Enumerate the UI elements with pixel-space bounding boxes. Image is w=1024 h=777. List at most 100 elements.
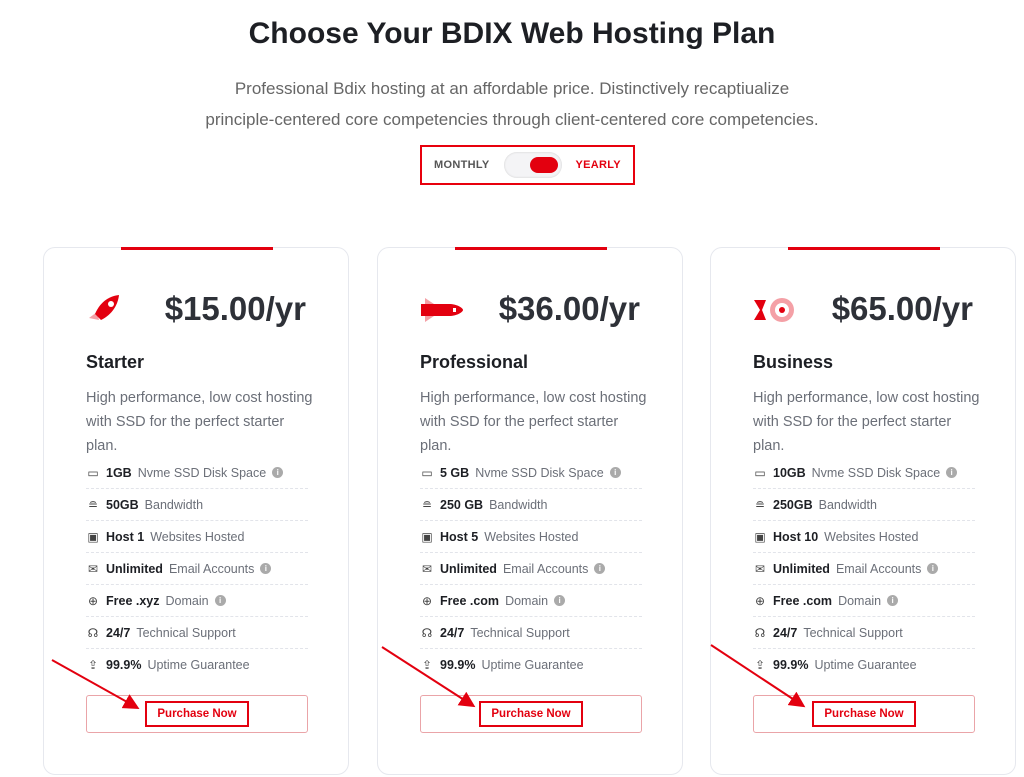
- feature-label: Email Accounts: [502, 561, 589, 576]
- feature-row: ⇪ 99.9% Uptime Guarantee: [753, 649, 975, 681]
- feature-label: Domain: [505, 593, 549, 608]
- purchase-now-label: Purchase Now: [479, 701, 583, 727]
- feature-label: Websites Hosted: [150, 529, 245, 544]
- plan-name: Business: [753, 352, 834, 372]
- upload-icon: ⇪: [754, 658, 766, 672]
- plan-price: $65.00/yr: [831, 290, 973, 327]
- feature-value: Host 10: [773, 529, 819, 544]
- headset-icon: ☊: [87, 625, 99, 640]
- feature-row: ☊ 24/7 Technical Support: [420, 617, 642, 649]
- feature-value: 5 GB: [440, 465, 470, 480]
- billing-switch[interactable]: [503, 152, 562, 178]
- upload-icon: ⇪: [421, 658, 433, 672]
- purchase-now-button[interactable]: Purchase Now: [420, 695, 642, 733]
- feature-row: ☊ 24/7 Technical Support: [86, 617, 308, 649]
- bullet-rocket-icon: [419, 292, 463, 328]
- router-icon: ≘: [421, 497, 433, 512]
- plan-card-business: $65.00/yr Business High performance, low…: [710, 247, 1016, 775]
- feature-value: Host 5: [440, 529, 479, 544]
- feature-value: Free .com: [773, 593, 833, 608]
- feature-row: ▣ Host 1 Websites Hosted: [86, 521, 308, 553]
- feature-label: Bandwidth: [818, 497, 877, 512]
- feature-row: ▭ 1GB Nvme SSD Disk Space i: [86, 457, 308, 489]
- headset-icon: ☊: [754, 625, 766, 640]
- info-icon[interactable]: i: [554, 595, 566, 606]
- feature-row: ✉ Unlimited Email Accounts i: [420, 553, 642, 585]
- yearly-label[interactable]: YEARLY: [576, 159, 621, 171]
- email-icon: ✉: [421, 561, 433, 576]
- plan-description: High performance, low cost hosting with …: [753, 390, 980, 454]
- page-subtitle: Professional Bdix hosting at an affordab…: [0, 73, 1024, 135]
- info-icon[interactable]: i: [594, 563, 606, 574]
- feature-list: ▭ 5 GB Nvme SSD Disk Space i ≘ 250 GB Bandwidt…: [420, 457, 642, 681]
- info-icon[interactable]: i: [927, 563, 939, 574]
- card-accent-bar: [455, 247, 607, 250]
- feature-label: Uptime Guarantee: [814, 658, 917, 672]
- feature-label: Nvme SSD Disk Space: [137, 465, 267, 480]
- info-icon[interactable]: i: [214, 595, 226, 606]
- feature-value: 50GB: [106, 497, 139, 512]
- feature-value: 1GB: [106, 465, 132, 480]
- feature-row: ⇪ 99.9% Uptime Guarantee: [420, 649, 642, 681]
- page-title: Choose Your BDIX Web Hosting Plan: [248, 17, 776, 50]
- feature-value: Unlimited: [106, 561, 163, 576]
- feature-label: Bandwidth: [489, 497, 548, 512]
- plan-card-starter: $15.00/yr Starter High performance, low …: [43, 247, 349, 775]
- feature-label: Nvme SSD Disk Space: [811, 465, 941, 480]
- feature-label: Technical Support: [470, 625, 570, 640]
- feature-value: Host 1: [106, 529, 145, 544]
- rocket-icon: [85, 292, 125, 328]
- router-icon: ≘: [754, 497, 766, 512]
- purchase-now-button[interactable]: Purchase Now: [86, 695, 308, 733]
- feature-value: 10GB: [773, 465, 806, 480]
- feature-row: ≘ 250 GB Bandwidth: [420, 489, 642, 521]
- feature-row: ⊕ Free .com Domain i: [420, 585, 642, 617]
- feature-value: 250GB: [773, 497, 813, 512]
- feature-value: 99.9%: [440, 658, 476, 672]
- upload-icon: ⇪: [87, 658, 99, 672]
- purchase-now-label: Purchase Now: [145, 701, 249, 727]
- feature-label: Websites Hosted: [824, 529, 919, 544]
- card-accent-bar: [121, 247, 273, 250]
- feature-list: ▭ 1GB Nvme SSD Disk Space i ≘ 50GB Bandwidth ▣ H…: [86, 457, 308, 681]
- subtitle-line: Professional Bdix hosting at an affordab…: [234, 79, 790, 98]
- monthly-label[interactable]: MONTHLY: [434, 159, 489, 171]
- feature-label: Uptime Guarantee: [481, 658, 584, 672]
- switch-knob: [529, 157, 558, 173]
- info-icon[interactable]: i: [946, 467, 958, 478]
- info-icon[interactable]: i: [887, 595, 899, 606]
- feature-value: 250 GB: [440, 497, 484, 512]
- disk-icon: ▭: [421, 465, 433, 480]
- feature-label: Websites Hosted: [484, 529, 579, 544]
- feature-label: Nvme SSD Disk Space: [475, 465, 604, 480]
- router-icon: ≘: [87, 497, 99, 512]
- globe-icon: ⊕: [421, 593, 433, 608]
- feature-value: Unlimited: [773, 561, 830, 576]
- feature-value: 24/7: [106, 625, 131, 640]
- browser-window-icon: ▣: [87, 529, 99, 544]
- feature-row: ✉ Unlimited Email Accounts i: [753, 553, 975, 585]
- feature-label: Uptime Guarantee: [147, 658, 250, 672]
- browser-window-icon: ▣: [754, 529, 766, 544]
- feature-row: ▭ 10GB Nvme SSD Disk Space i: [753, 457, 975, 489]
- plan-name: Starter: [86, 352, 145, 372]
- feature-row: ⊕ Free .com Domain i: [753, 585, 975, 617]
- info-icon[interactable]: i: [260, 563, 272, 574]
- feature-row: ✉ Unlimited Email Accounts i: [86, 553, 308, 585]
- feature-label: Technical Support: [136, 625, 236, 640]
- info-icon[interactable]: i: [609, 467, 621, 478]
- feature-row: ≘ 50GB Bandwidth: [86, 489, 308, 521]
- plan-price: $36.00/yr: [498, 290, 640, 327]
- info-icon[interactable]: i: [272, 467, 284, 478]
- feature-label: Domain: [838, 593, 882, 608]
- feature-label: Email Accounts: [168, 561, 255, 576]
- headset-icon: ☊: [421, 625, 433, 640]
- feature-list: ▭ 10GB Nvme SSD Disk Space i ≘ 250GB Bandwidth…: [753, 457, 975, 681]
- feature-row: ☊ 24/7 Technical Support: [753, 617, 975, 649]
- feature-value: 99.9%: [773, 658, 809, 672]
- feature-row: ≘ 250GB Bandwidth: [753, 489, 975, 521]
- feature-label: Email Accounts: [835, 561, 922, 576]
- feature-row: ▣ Host 10 Websites Hosted: [753, 521, 975, 553]
- purchase-now-button[interactable]: Purchase Now: [753, 695, 975, 733]
- feature-label: Domain: [165, 593, 209, 608]
